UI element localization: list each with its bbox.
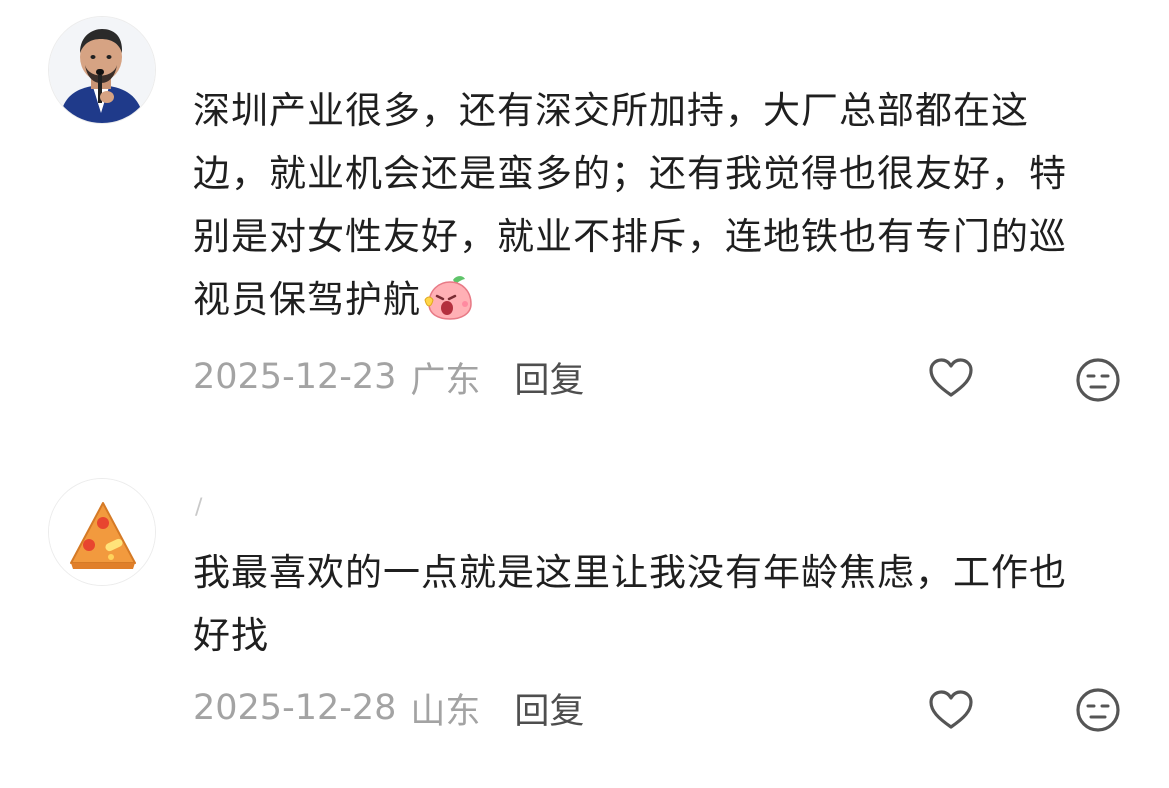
meh-face-icon [1076, 688, 1120, 732]
comment-date: 2025-12-23 [193, 357, 397, 397]
comment-text-body: 我最喜欢的一点就是这里让我没有年龄焦虑，工作也好找 [193, 551, 1067, 657]
dislike-button[interactable] [1074, 356, 1122, 404]
comment-item: 深圳产业很多，还有深交所加持，大厂总部都在这边，就业机会还是蛮多的；还有我觉得也… [0, 0, 1169, 420]
comment-text-body: 深圳产业很多，还有深交所加持，大厂总部都在这边，就业机会还是蛮多的；还有我觉得也… [193, 89, 1067, 321]
pizza-avatar [49, 479, 155, 585]
comment-meta: 2025-12-28 山东 回复 [193, 686, 584, 732]
username[interactable]: / [195, 496, 202, 520]
like-button[interactable] [927, 354, 975, 402]
comment-item: / 我最喜欢的一点就是这里让我没有年龄焦虑，工作也好找 2025-12-28 山… [0, 466, 1169, 788]
heart-icon [929, 358, 973, 397]
comment-meta: 2025-12-23 广东 回复 [193, 355, 584, 401]
meh-face-icon [1076, 358, 1120, 402]
like-button[interactable] [927, 686, 975, 734]
user-avatar[interactable] [48, 478, 156, 586]
comment-date: 2025-12-28 [193, 688, 397, 728]
man-with-microphone-avatar [49, 17, 155, 123]
reply-button[interactable]: 回复 [514, 352, 584, 403]
heart-icon [929, 690, 973, 729]
comment-text: 深圳产业很多，还有深交所加持，大厂总部都在这边，就业机会还是蛮多的；还有我觉得也… [193, 79, 1103, 339]
comment-text: 我最喜欢的一点就是这里让我没有年龄焦虑，工作也好找 [193, 541, 1103, 667]
reply-button[interactable]: 回复 [514, 683, 584, 734]
dislike-button[interactable] [1074, 686, 1122, 734]
user-avatar[interactable] [48, 16, 156, 124]
pink-peach-emoji [423, 274, 475, 339]
comment-location: 广东 [410, 360, 481, 401]
comment-location: 山东 [410, 691, 481, 732]
